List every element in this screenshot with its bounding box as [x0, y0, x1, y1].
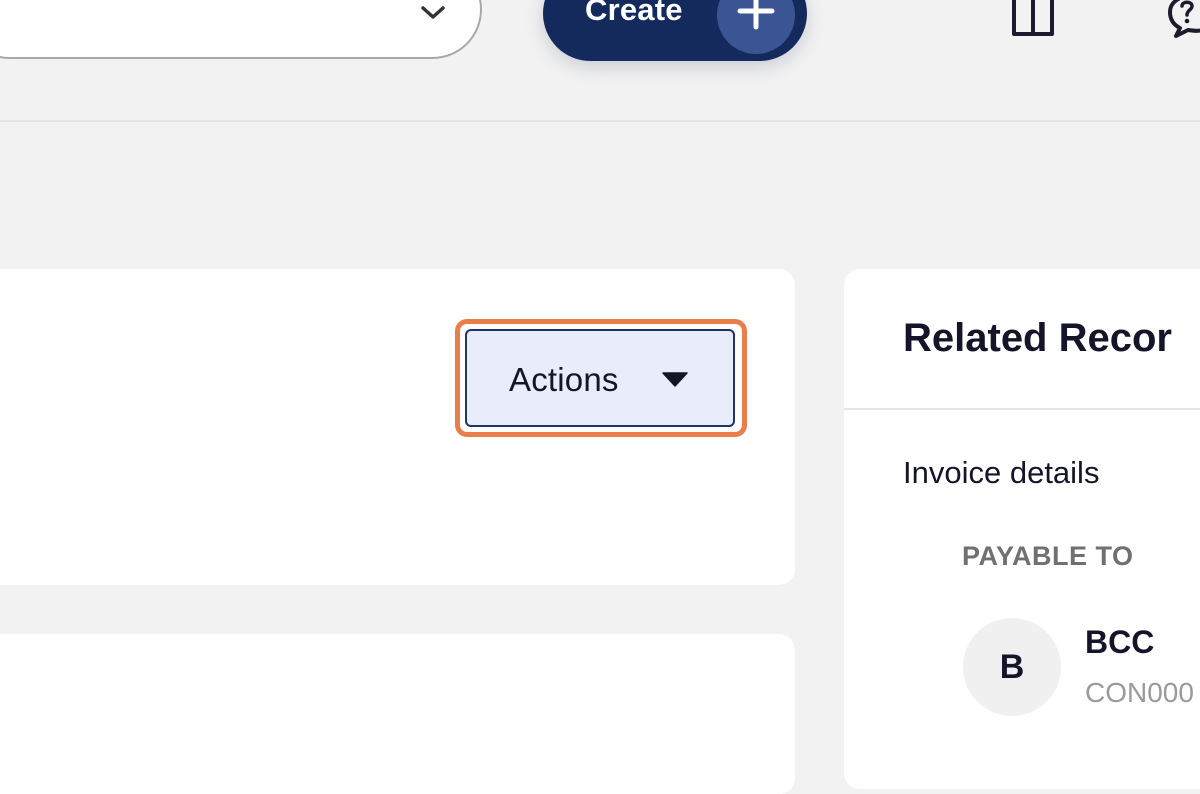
- gift-icon[interactable]: [1008, 0, 1058, 38]
- payee-name[interactable]: BCC: [1085, 624, 1154, 661]
- actions-button-label: Actions: [509, 361, 619, 398]
- invoice-details-heading: Invoice details: [903, 455, 1100, 490]
- plus-icon: [717, 0, 795, 54]
- payable-to-label: PAYABLE TO: [962, 541, 1134, 571]
- secondary-card: [0, 634, 795, 794]
- related-records-panel: Related Recor Invoice details PAYABLE TO…: [844, 269, 1200, 789]
- header-select[interactable]: [0, 0, 482, 59]
- panel-divider: [844, 408, 1200, 410]
- chevron-down-icon[interactable]: [420, 4, 446, 24]
- actions-button[interactable]: Actions: [465, 329, 735, 427]
- payee-id: CON000: [1085, 677, 1194, 708]
- create-button[interactable]: Create: [543, 0, 807, 61]
- help-chat-icon[interactable]: [1162, 0, 1200, 38]
- caret-down-icon: [662, 372, 688, 388]
- create-button-label: Create: [585, 0, 683, 27]
- avatar: B: [963, 618, 1061, 716]
- header-divider: [0, 120, 1200, 122]
- panel-title: Related Recor: [903, 316, 1172, 360]
